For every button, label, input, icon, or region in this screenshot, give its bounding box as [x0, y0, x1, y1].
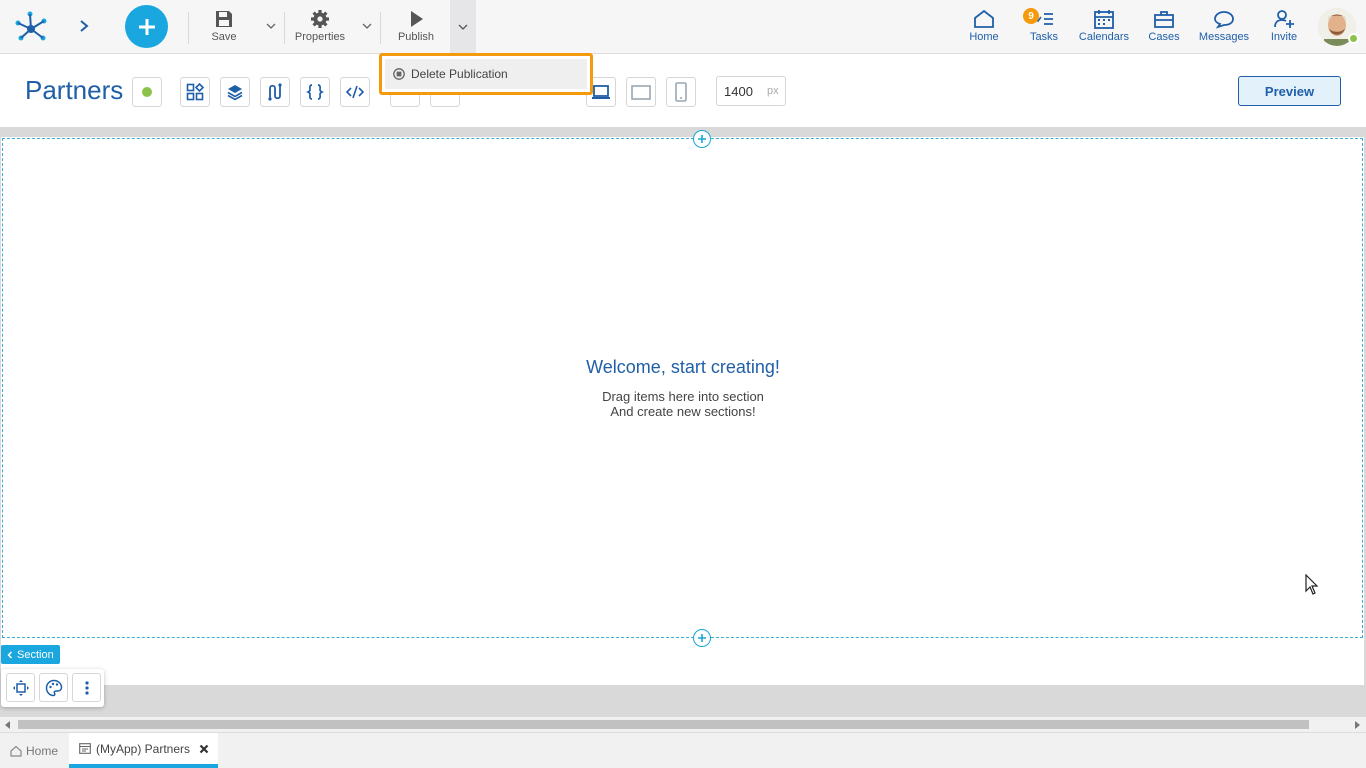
calendar-icon: [1094, 10, 1114, 29]
design-canvas: [0, 127, 1366, 717]
page-title: Partners: [25, 75, 124, 105]
palette-icon: [45, 679, 62, 696]
nav-invite[interactable]: Invite: [1266, 0, 1302, 54]
play-icon: [411, 11, 423, 27]
properties-label: Properties: [294, 31, 346, 43]
publish-dropdown-toggle[interactable]: [450, 0, 476, 54]
welcome-line-2: And create new sections!: [610, 404, 756, 419]
save-button[interactable]: Save: [200, 0, 248, 54]
nav-messages-label: Messages: [1198, 31, 1250, 43]
scripts-button[interactable]: [300, 77, 330, 107]
canvas-width-value: 1400: [724, 84, 753, 99]
chevron-down-icon: [458, 24, 468, 30]
flow-icon: [268, 83, 282, 101]
close-icon[interactable]: [199, 744, 209, 754]
delete-publication-label: Delete Publication: [411, 67, 508, 81]
mouse-cursor-icon: [1305, 574, 1319, 595]
laptop-icon: [592, 85, 610, 99]
components-button[interactable]: [180, 77, 210, 107]
more-vertical-icon: [84, 680, 89, 695]
create-new-button[interactable]: [125, 5, 168, 48]
home-icon: [974, 9, 994, 28]
bottom-tab-bar: Home (MyApp) Partners: [0, 732, 1366, 768]
section-tag[interactable]: Section: [1, 645, 60, 664]
nav-calendars[interactable]: Calendars: [1078, 0, 1130, 54]
chevron-left-icon: [7, 650, 13, 659]
status-dot: [142, 87, 152, 97]
preview-button[interactable]: Preview: [1238, 76, 1341, 106]
nav-cases[interactable]: Cases: [1146, 0, 1182, 54]
section-tag-label: Section: [17, 648, 54, 661]
top-toolbar: Save Properties Publish Home Tasks 9 Cal…: [0, 0, 1366, 54]
canvas-width-unit: px: [767, 85, 779, 97]
plus-icon: [698, 634, 706, 642]
properties-button[interactable]: Properties: [290, 0, 350, 54]
layers-icon: [227, 85, 243, 101]
gear-icon: [311, 10, 329, 28]
expand-chevron-icon[interactable]: [76, 17, 92, 35]
move-arrows-icon: [12, 679, 29, 696]
nav-home-label: Home: [969, 31, 999, 43]
stop-circle-icon: [393, 68, 405, 80]
home-icon: [10, 745, 22, 757]
code-icon: [346, 85, 364, 99]
chat-bubble-icon: [1214, 11, 1234, 29]
status-toggle[interactable]: [132, 77, 162, 107]
online-status-dot: [1348, 33, 1359, 44]
nav-invite-label: Invite: [1270, 31, 1298, 43]
publish-label: Publish: [397, 31, 435, 43]
app-logo[interactable]: [14, 9, 48, 43]
braces-icon: [306, 84, 324, 100]
section-tools: [1, 669, 104, 707]
add-user-icon: [1274, 10, 1294, 28]
layers-button[interactable]: [220, 77, 250, 107]
mobile-view-button[interactable]: [666, 77, 696, 107]
tablet-icon: [631, 85, 651, 100]
tab-partners-label: (MyApp) Partners: [96, 741, 191, 756]
plus-icon: [138, 18, 155, 35]
tab-home-label: Home: [26, 743, 59, 758]
code-button[interactable]: [340, 77, 370, 107]
widgets-icon: [186, 83, 204, 101]
publish-dropdown-menu: Delete Publication: [379, 53, 593, 95]
nav-home[interactable]: Home: [966, 0, 1002, 54]
scroll-left-arrow-icon[interactable]: [5, 721, 11, 729]
flow-button[interactable]: [260, 77, 290, 107]
nav-messages[interactable]: Messages: [1198, 0, 1250, 54]
nav-cases-label: Cases: [1148, 31, 1180, 43]
tab-partners[interactable]: (MyApp) Partners: [69, 733, 218, 768]
save-label: Save: [211, 31, 237, 43]
welcome-line-1: Drag items here into section: [602, 389, 764, 404]
page-icon: [79, 743, 91, 754]
plus-icon: [698, 135, 706, 143]
section-style-button[interactable]: [39, 673, 68, 702]
phone-icon: [675, 82, 687, 102]
welcome-title: Welcome, start creating!: [586, 357, 780, 377]
save-dropdown-chevron-icon[interactable]: [264, 14, 278, 38]
briefcase-icon: [1154, 11, 1174, 28]
editor-header: Partners 1400 px Preview: [0, 55, 1366, 127]
save-icon: [216, 11, 232, 27]
tab-home[interactable]: Home: [0, 733, 68, 768]
tablet-view-button[interactable]: [626, 77, 656, 107]
nav-tasks-label: Tasks: [1029, 31, 1059, 43]
delete-publication-item[interactable]: Delete Publication: [385, 59, 587, 89]
scroll-right-arrow-icon[interactable]: [1354, 721, 1360, 729]
logo-icon: [15, 11, 47, 41]
section-more-button[interactable]: [72, 673, 101, 702]
scrollbar-thumb[interactable]: [18, 720, 1309, 729]
horizontal-scrollbar[interactable]: [0, 717, 1366, 732]
canvas-width-input[interactable]: 1400 px: [716, 76, 786, 106]
properties-dropdown-chevron-icon[interactable]: [360, 14, 374, 38]
add-section-top-button[interactable]: [693, 130, 711, 148]
publish-button[interactable]: Publish: [392, 0, 440, 54]
nav-calendars-label: Calendars: [1078, 31, 1130, 43]
add-section-bottom-button[interactable]: [693, 629, 711, 647]
move-section-button[interactable]: [6, 673, 35, 702]
tasks-badge: 9: [1023, 8, 1039, 24]
